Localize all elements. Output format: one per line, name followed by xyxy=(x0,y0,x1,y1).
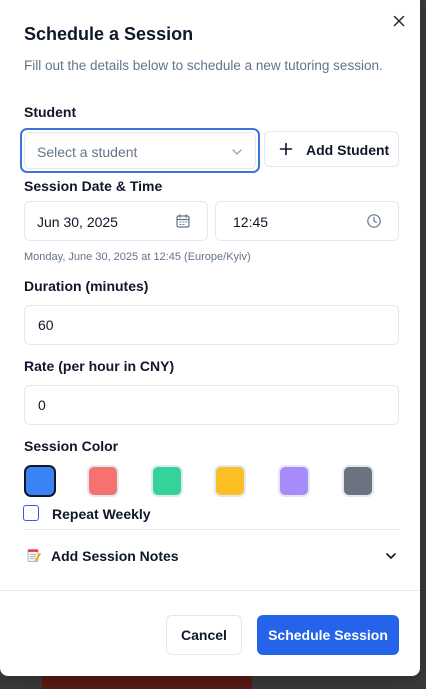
color-swatch[interactable] xyxy=(151,465,183,497)
rate-input[interactable]: 0 xyxy=(24,385,399,425)
chevron-down-icon xyxy=(232,149,242,155)
color-label: Session Color xyxy=(24,438,119,454)
session-notes-label: Add Session Notes xyxy=(51,548,179,564)
color-swatch[interactable] xyxy=(342,465,374,497)
date-input[interactable]: Jun 30, 2025 xyxy=(24,201,208,241)
add-student-label: Add Student xyxy=(306,142,390,158)
plus-icon xyxy=(279,142,293,156)
datetime-label: Session Date & Time xyxy=(24,178,163,194)
close-icon xyxy=(393,15,405,27)
color-swatch[interactable] xyxy=(214,465,246,497)
session-notes-toggle[interactable]: Add Session Notes xyxy=(24,540,399,572)
time-value: 12:45 xyxy=(233,214,269,230)
cancel-button[interactable]: Cancel xyxy=(166,615,242,655)
rate-value: 0 xyxy=(38,397,46,413)
footer-divider xyxy=(0,590,420,591)
duration-value: 60 xyxy=(38,317,54,333)
clock-icon[interactable] xyxy=(366,213,382,229)
schedule-session-dialog: Schedule a Session Fill out the details … xyxy=(0,0,420,676)
date-value: Jun 30, 2025 xyxy=(37,214,118,230)
calendar-icon[interactable] xyxy=(175,213,191,229)
repeat-weekly-checkbox[interactable] xyxy=(23,505,39,521)
student-select-placeholder: Select a student xyxy=(37,144,138,160)
duration-input[interactable]: 60 xyxy=(24,305,399,345)
color-swatch[interactable] xyxy=(24,465,56,497)
schedule-session-button[interactable]: Schedule Session xyxy=(257,615,399,655)
color-swatch[interactable] xyxy=(87,465,119,497)
close-button[interactable] xyxy=(390,12,408,30)
dialog-subtitle: Fill out the details below to schedule a… xyxy=(24,58,383,73)
rate-label: Rate (per hour in CNY) xyxy=(24,358,175,374)
student-label: Student xyxy=(24,104,77,120)
memo-icon xyxy=(27,549,41,562)
chevron-down-icon xyxy=(386,553,396,559)
datetime-hint: Monday, June 30, 2025 at 12:45 (Europe/K… xyxy=(24,251,251,263)
dialog-title: Schedule a Session xyxy=(24,24,194,44)
color-swatch[interactable] xyxy=(278,465,310,497)
time-input[interactable]: 12:45 xyxy=(215,201,399,241)
duration-label: Duration (minutes) xyxy=(24,278,149,294)
repeat-weekly-label: Repeat Weekly xyxy=(52,506,151,522)
divider xyxy=(24,529,399,530)
student-select[interactable]: Select a student xyxy=(20,128,260,173)
add-student-button[interactable]: Add Student xyxy=(264,131,399,167)
